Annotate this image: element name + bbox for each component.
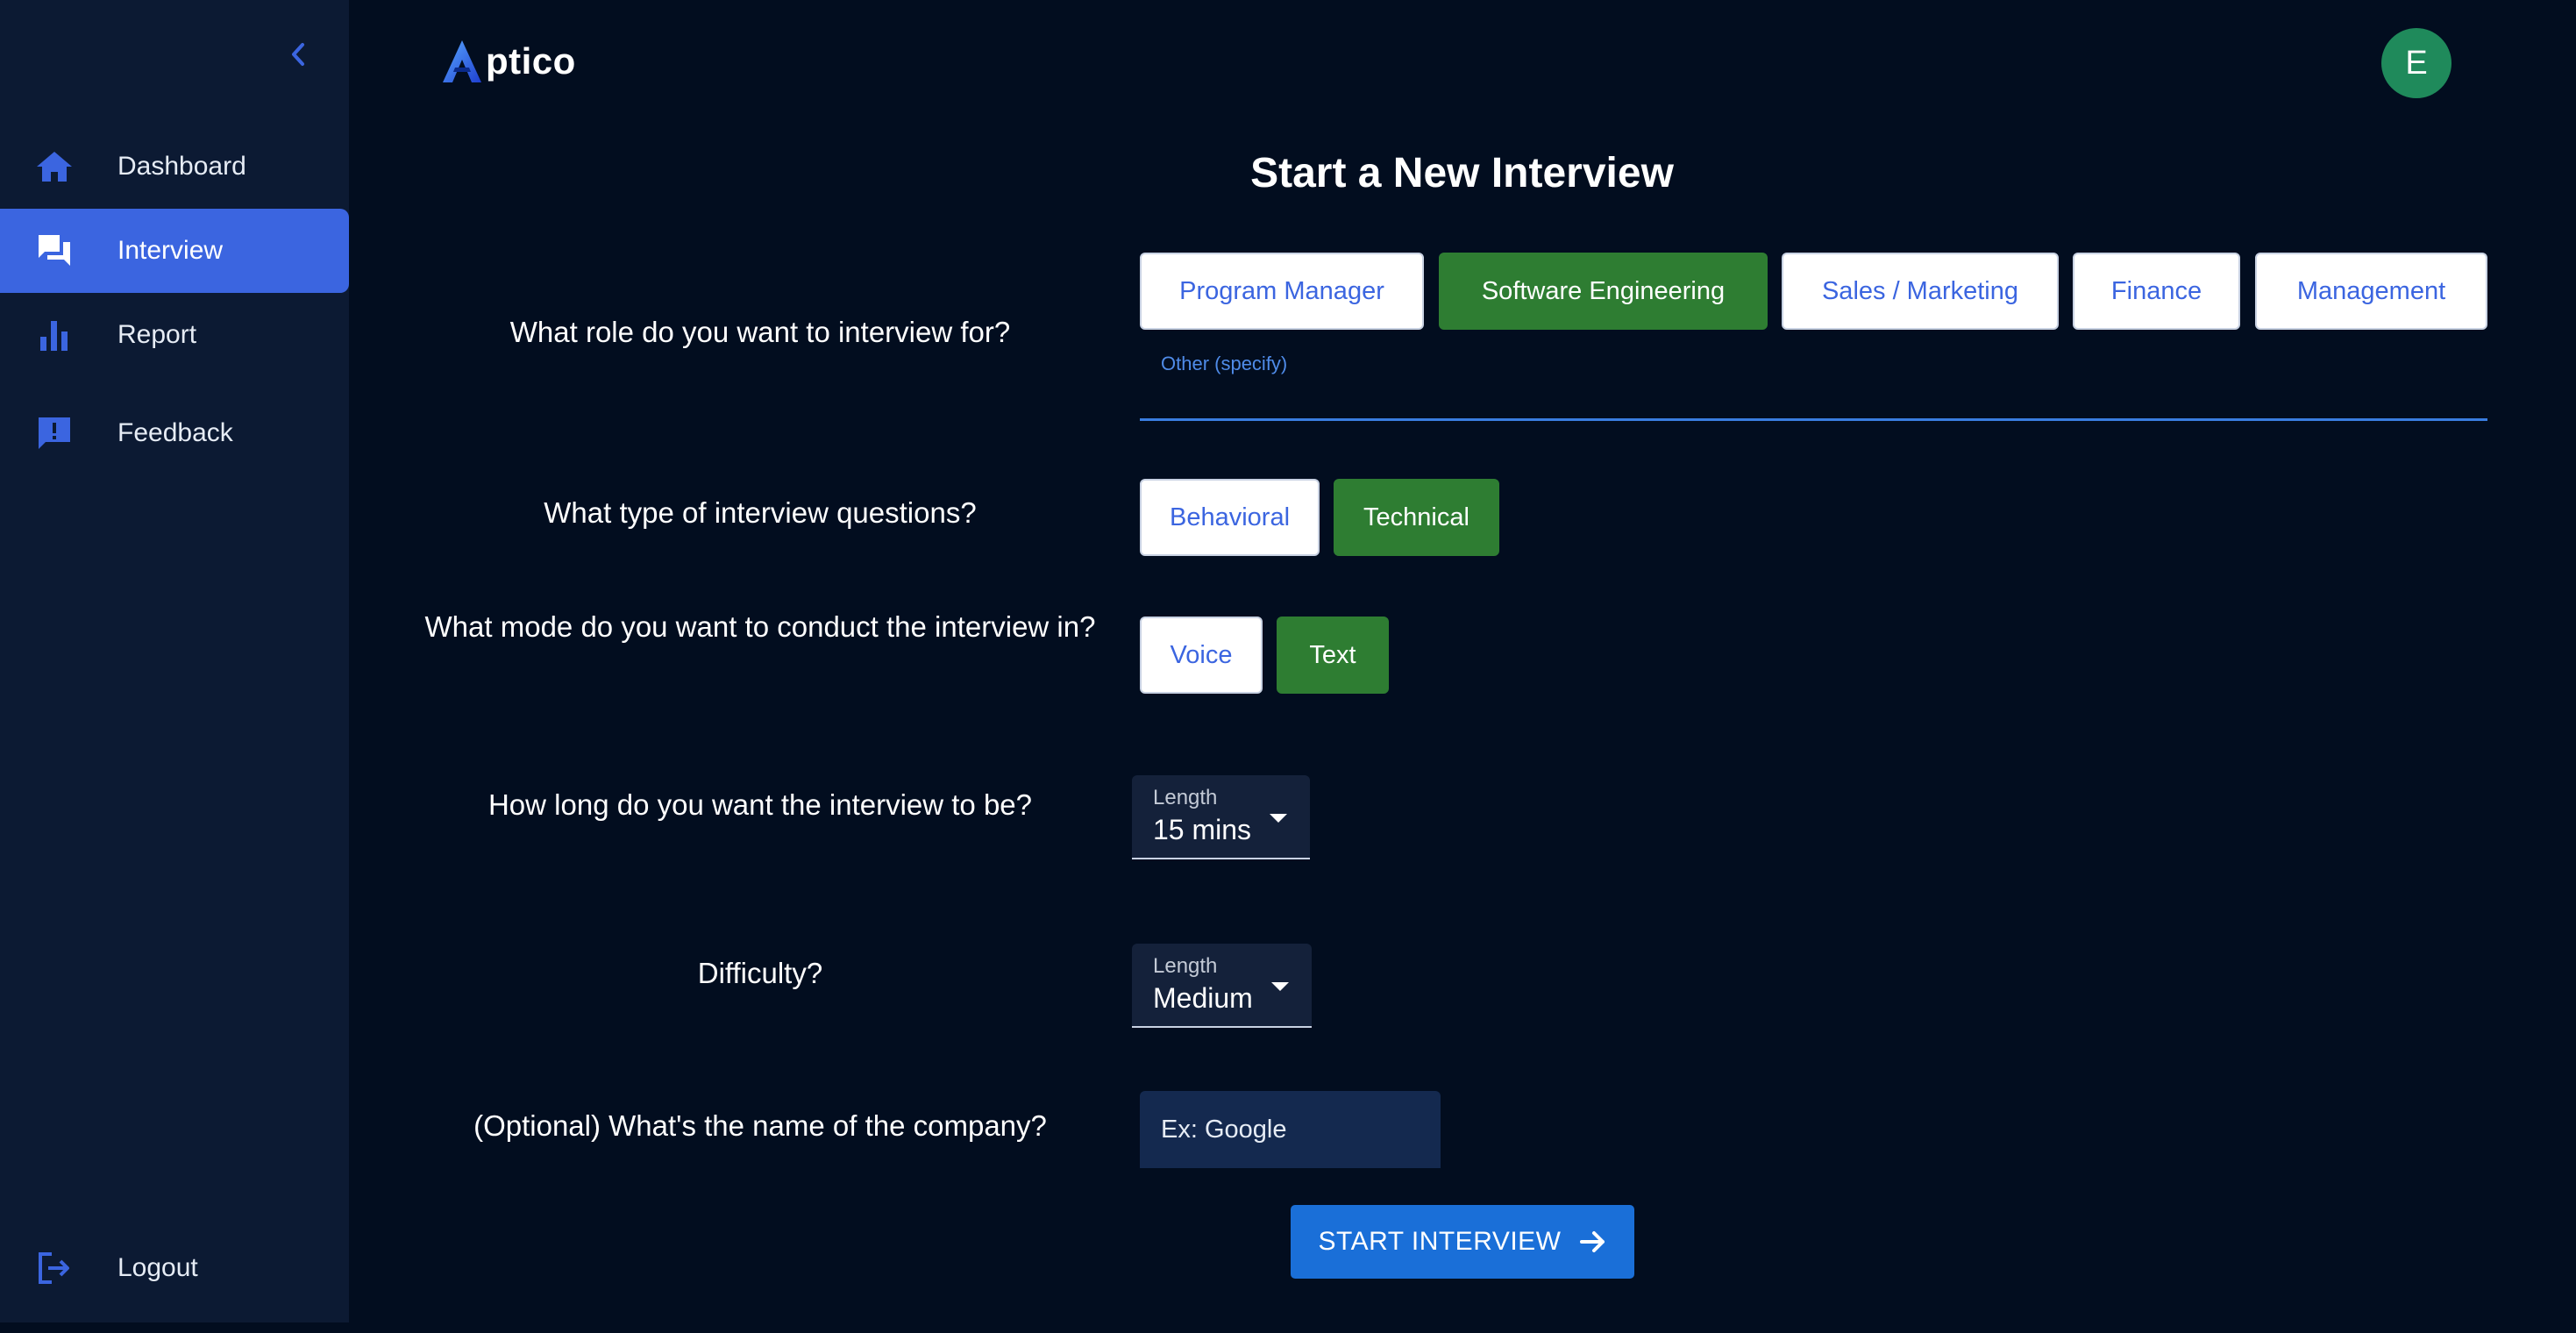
role-option-program-manager[interactable]: Program Manager bbox=[1140, 253, 1424, 330]
sidebar-item-dashboard[interactable]: Dashboard bbox=[0, 125, 349, 209]
logout-icon bbox=[35, 1249, 74, 1287]
sidebar-item-label: Interview bbox=[117, 236, 224, 265]
role-question-label: What role do you want to interview for? bbox=[509, 316, 1011, 348]
avatar[interactable]: E bbox=[2381, 28, 2451, 98]
start-interview-button[interactable]: START INTERVIEW bbox=[1291, 1205, 1634, 1279]
sidebar: Dashboard Interview Report Feedback Logo… bbox=[0, 0, 349, 1322]
length-select[interactable]: Length 15 mins bbox=[1132, 775, 1310, 859]
role-option-software-engineering[interactable]: Software Engineering bbox=[1439, 253, 1768, 330]
question-type-behavioral[interactable]: Behavioral bbox=[1140, 479, 1320, 556]
logout-button[interactable]: Logout bbox=[0, 1226, 349, 1310]
length-select-value: 15 mins bbox=[1153, 814, 1252, 845]
home-icon bbox=[35, 147, 74, 186]
role-option-management[interactable]: Management bbox=[2255, 253, 2487, 330]
sidebar-item-label: Feedback bbox=[117, 418, 233, 447]
company-question-label: (Optional) What's the name of the compan… bbox=[473, 1109, 1047, 1142]
sidebar-item-label: Dashboard bbox=[117, 152, 246, 181]
logo-mark-icon bbox=[443, 40, 481, 82]
question-type-label: What type of interview questions? bbox=[544, 496, 977, 529]
mode-option-voice[interactable]: Voice bbox=[1140, 617, 1263, 694]
collapse-sidebar-button[interactable] bbox=[279, 35, 317, 74]
mode-option-text[interactable]: Text bbox=[1277, 617, 1389, 694]
logout-label: Logout bbox=[117, 1253, 198, 1282]
mode-question-label: What mode do you want to conduct the int… bbox=[424, 610, 1096, 643]
sidebar-item-report[interactable]: Report bbox=[0, 293, 349, 377]
length-question-label: How long do you want the interview to be… bbox=[487, 788, 1033, 821]
page-title: Start a New Interview bbox=[1250, 150, 1674, 196]
bar-chart-icon bbox=[35, 316, 74, 354]
start-interview-label: START INTERVIEW bbox=[1318, 1227, 1562, 1256]
difficulty-select-value: Medium bbox=[1153, 982, 1253, 1014]
arrow-right-icon bbox=[1579, 1229, 1607, 1255]
role-option-finance[interactable]: Finance bbox=[2073, 253, 2240, 330]
sidebar-item-feedback[interactable]: Feedback bbox=[0, 391, 349, 475]
other-role-label: Other (specify) bbox=[1161, 353, 1288, 374]
sidebar-item-label: Report bbox=[117, 320, 197, 349]
company-name-input[interactable] bbox=[1140, 1091, 1441, 1168]
app-logo: ptico bbox=[440, 35, 576, 88]
caret-down-icon bbox=[1271, 982, 1289, 991]
difficulty-question-label: Difficulty? bbox=[697, 957, 823, 989]
role-option-sales-marketing[interactable]: Sales / Marketing bbox=[1782, 253, 2059, 330]
feedback-icon bbox=[35, 414, 74, 453]
caret-down-icon bbox=[1270, 814, 1287, 823]
chat-icon bbox=[35, 232, 74, 270]
sidebar-item-interview[interactable]: Interview bbox=[0, 209, 349, 293]
other-role-field[interactable]: Other (specify) bbox=[1140, 340, 2487, 421]
app-name: ptico bbox=[486, 40, 576, 82]
difficulty-select[interactable]: Length Medium bbox=[1132, 944, 1312, 1028]
chevron-left-icon bbox=[292, 43, 304, 66]
length-select-label: Length bbox=[1153, 786, 1218, 809]
difficulty-select-label: Length bbox=[1153, 954, 1218, 978]
question-type-technical[interactable]: Technical bbox=[1334, 479, 1499, 556]
